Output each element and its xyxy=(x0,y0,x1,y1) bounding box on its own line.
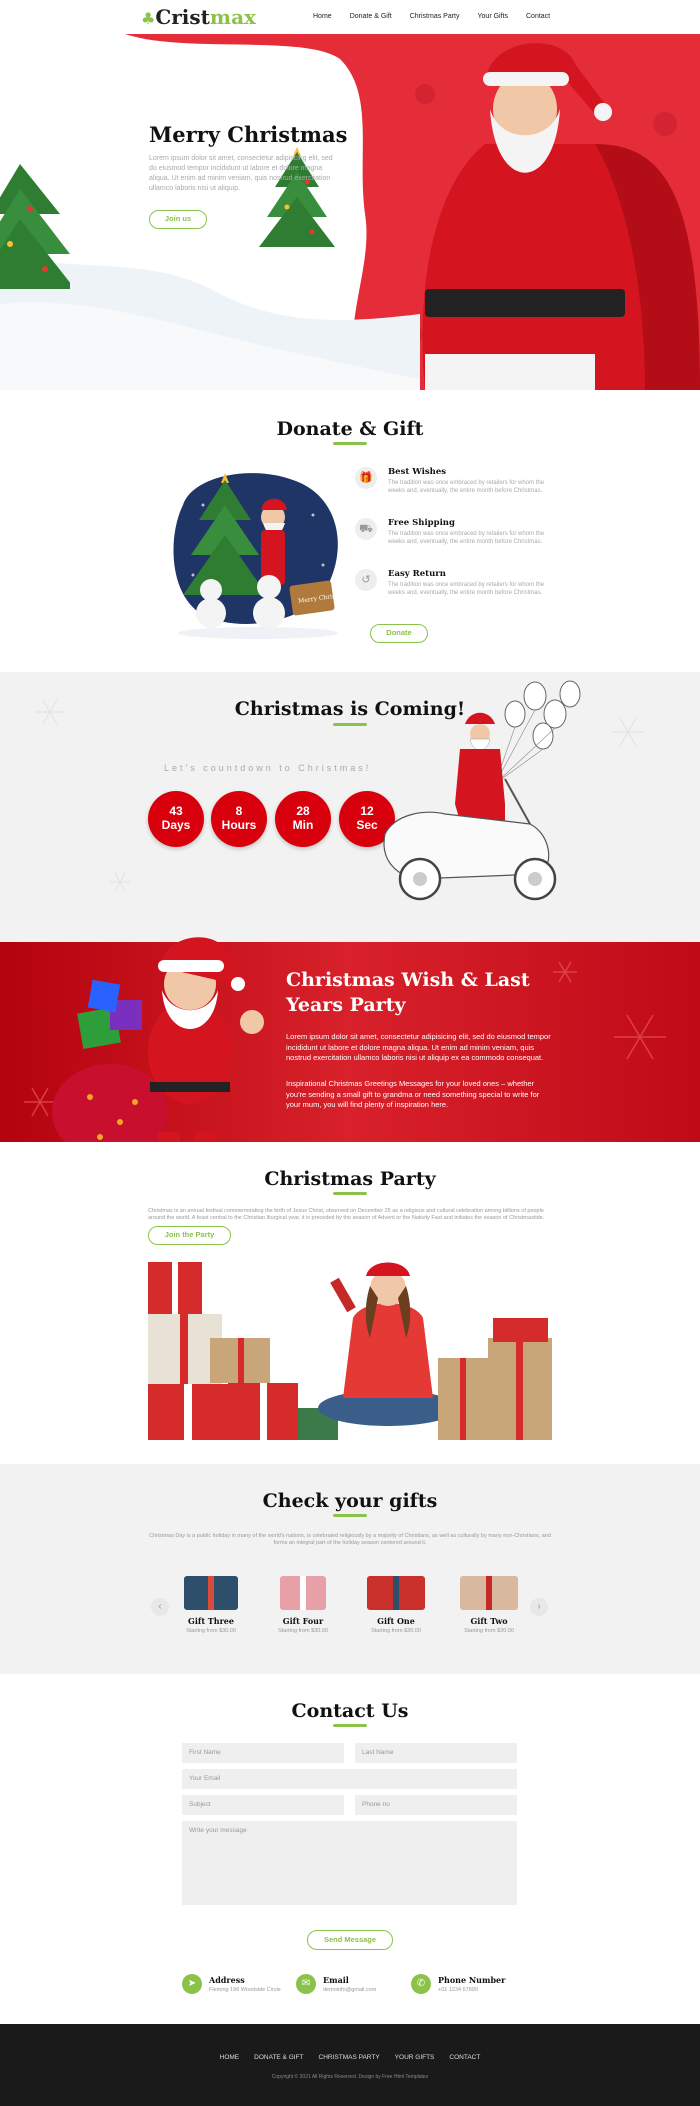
title-underline xyxy=(333,1192,367,1195)
gift-card-four[interactable]: Gift Four Starting from $30.00 xyxy=(263,1576,343,1634)
return-icon: ↺ xyxy=(355,569,377,591)
gift-card-two[interactable]: Gift Two Starting from $30.00 xyxy=(449,1576,529,1634)
tree-left-icon xyxy=(0,164,70,289)
gift-card-three[interactable]: Gift Three Starting from $30.00 xyxy=(171,1576,251,1634)
countdown-subtitle: Let's countdown to Christmas! xyxy=(164,763,372,773)
footer-nav: HOME DONATE & GIFT CHRISTMAS PARTY YOUR … xyxy=(0,2054,700,2061)
chevron-left-icon[interactable]: ‹ xyxy=(151,1598,169,1616)
donate-button[interactable]: Donate xyxy=(370,624,428,643)
contact-info-text: demoinfo@gmail.com xyxy=(323,1987,377,1993)
wish-paragraph-1: Lorem ipsum dolor sit amet, consectetur … xyxy=(286,1032,551,1062)
contact-info-text: Fleming 196 Woodside Circle xyxy=(209,1987,281,1993)
donate-section: Donate & Gift Merry Christmas 🎁 Best Wis… xyxy=(0,390,700,672)
send-message-button[interactable]: Send Message xyxy=(307,1930,393,1950)
logo[interactable]: ♣Cristmax xyxy=(141,5,256,29)
party-title: Christmas Party xyxy=(264,1168,436,1190)
feature-title: Easy Return xyxy=(388,569,446,579)
title-underline xyxy=(333,1514,367,1517)
gift-name: Gift Four xyxy=(282,1616,324,1626)
countdown-hours: 8 Hours xyxy=(211,791,267,847)
christmas-tree-illustration: Merry Christmas xyxy=(173,473,346,639)
nav-contact[interactable]: Contact xyxy=(526,13,550,20)
gift-box-icon xyxy=(367,1576,425,1610)
feature-text: The tradition was once embraced by retai… xyxy=(388,531,545,545)
title-underline xyxy=(333,442,367,445)
footer-nav-party[interactable]: CHRISTMAS PARTY xyxy=(319,2054,380,2061)
gift-box-icon xyxy=(280,1576,326,1610)
hero-section: Merry Christmas Lorem ipsum dolor sit am… xyxy=(0,34,700,390)
hero-text: Lorem ipsum dolor sit amet, consectetur … xyxy=(149,155,333,192)
email-field[interactable]: Your Email xyxy=(182,1769,517,1789)
contact-info-title: Phone Number xyxy=(438,1975,506,1985)
location-icon: ➤ xyxy=(182,1974,202,1994)
hero-title: Merry Christmas xyxy=(149,122,348,147)
countdown-section: Christmas is Coming! Let's countdown to … xyxy=(0,672,700,942)
phone-field[interactable]: Phone no xyxy=(355,1795,517,1815)
gift-name: Gift Three xyxy=(188,1616,234,1626)
feature-best-wishes: 🎁 Best Wishes The tradition was once emb… xyxy=(355,467,555,507)
countdown-title: Christmas is Coming! xyxy=(234,698,466,720)
tree-logo-icon: ♣ xyxy=(141,9,156,28)
wish-paragraph-2: Inspirational Christmas Greetings Messag… xyxy=(286,1079,540,1109)
chevron-right-icon[interactable]: › xyxy=(530,1598,548,1616)
gift-box-icon xyxy=(460,1576,518,1610)
nav-home[interactable]: Home xyxy=(313,13,332,20)
gift-card-one[interactable]: Gift One Starting from $30.00 xyxy=(356,1576,436,1634)
phone-icon: ✆ xyxy=(411,1974,431,1994)
feature-easy-return: ↺ Easy Return The tradition was once emb… xyxy=(355,569,555,609)
site-footer: HOME DONATE & GIFT CHRISTMAS PARTY YOUR … xyxy=(0,2024,700,2106)
logo-accent: max xyxy=(209,5,256,29)
gift-price: Starting from $30.00 xyxy=(186,1628,236,1634)
footer-nav-gifts[interactable]: YOUR GIFTS xyxy=(395,2054,435,2061)
join-party-button[interactable]: Join the Party xyxy=(148,1226,231,1245)
footer-nav-home[interactable]: HOME xyxy=(220,2054,240,2061)
gift-icon: 🎁 xyxy=(355,467,377,489)
feature-free-shipping: ⛟ Free Shipping The tradition was once e… xyxy=(355,518,555,558)
feature-text: The tradition was once embraced by retai… xyxy=(388,480,545,494)
gift-price: Starting from $30.00 xyxy=(464,1628,514,1634)
footer-nav-donate[interactable]: DONATE & GIFT xyxy=(254,2054,303,2061)
copyright: Copyright © 2021 All Rights Reserved. De… xyxy=(271,2074,429,2080)
countdown-minutes: 28 Min xyxy=(275,791,331,847)
gifts-title: Check your gifts xyxy=(262,1490,438,1512)
subject-field[interactable]: Subject xyxy=(182,1795,344,1815)
site-header: ♣Cristmax Home Donate & Gift Christmas P… xyxy=(0,0,700,34)
party-image xyxy=(148,1258,552,1440)
first-name-field[interactable]: First Name xyxy=(182,1743,344,1763)
contact-title: Contact Us xyxy=(291,1700,409,1722)
gift-name: Gift Two xyxy=(470,1616,508,1626)
feature-title: Free Shipping xyxy=(388,518,455,528)
gift-price: Starting from $30.00 xyxy=(278,1628,328,1634)
join-us-button[interactable]: Join us xyxy=(149,210,207,229)
feature-text: The tradition was once embraced by retai… xyxy=(388,582,545,596)
nav-party[interactable]: Christmas Party xyxy=(410,13,460,20)
title-underline xyxy=(333,1724,367,1727)
gifts-section: Check your gifts Christmas Day is a publ… xyxy=(0,1464,700,1674)
footer-nav-contact[interactable]: CONTACT xyxy=(449,2054,480,2061)
santa-gifts-illustration xyxy=(52,937,264,1168)
nav-donate[interactable]: Donate & Gift xyxy=(350,13,392,20)
gift-name: Gift One xyxy=(377,1616,415,1626)
main-nav: Home Donate & Gift Christmas Party Your … xyxy=(313,13,550,20)
gift-box-icon xyxy=(184,1576,238,1610)
nav-gifts[interactable]: Your Gifts xyxy=(478,13,508,20)
santa-scooter-illustration xyxy=(383,680,581,901)
gifts-text: Christmas Day is a public holiday in man… xyxy=(149,1533,551,1546)
countdown-days: 43 Days xyxy=(148,791,204,847)
donate-title: Donate & Gift xyxy=(276,418,424,440)
mail-icon: ✉ xyxy=(296,1974,316,1994)
shipping-icon: ⛟ xyxy=(355,518,377,540)
gift-price: Starting from $30.00 xyxy=(371,1628,421,1634)
message-field[interactable]: Write your message xyxy=(182,1821,517,1905)
contact-info-title: Address xyxy=(209,1975,245,1985)
contact-section: Contact Us First Name Last Name Your Ema… xyxy=(0,1674,700,2024)
party-text: Christmas is an annual festival commemor… xyxy=(148,1208,545,1221)
wish-title: Christmas Wish & Last Years Party xyxy=(286,969,530,1016)
last-name-field[interactable]: Last Name xyxy=(355,1743,517,1763)
feature-title: Best Wishes xyxy=(388,467,447,477)
party-section: Christmas Party Christmas is an annual f… xyxy=(0,1142,700,1464)
contact-info-text: +01 1234 67890 xyxy=(438,1987,478,1993)
contact-info-title: Email xyxy=(323,1975,349,1985)
logo-text: Crist xyxy=(155,5,210,29)
